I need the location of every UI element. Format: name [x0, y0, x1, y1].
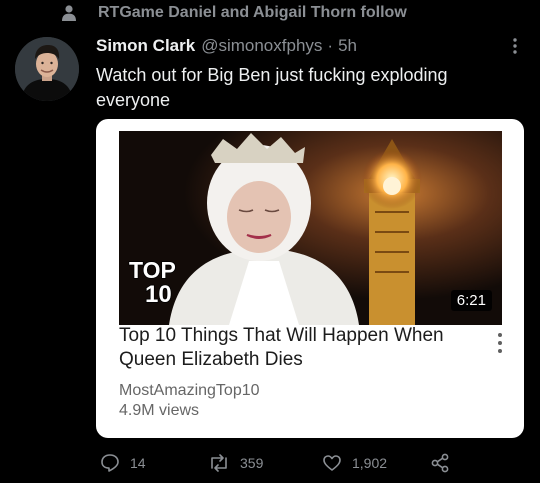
channel-name[interactable]: MostAmazingTop10 [119, 382, 260, 400]
share-button[interactable] [430, 453, 460, 473]
like-button[interactable]: 1,902 [322, 453, 387, 473]
avatar[interactable] [15, 37, 79, 101]
social-context: RTGame Daniel and Abigail Thorn follow [62, 3, 407, 23]
retweet-icon [211, 454, 227, 472]
video-title[interactable]: Top 10 Things That Will Happen When Quee… [119, 324, 469, 372]
share-icon [431, 453, 449, 473]
video-thumbnail[interactable]: TOP 10 6:21 [119, 131, 502, 325]
social-context-text: RTGame Daniel and Abigail Thorn follow [98, 4, 407, 21]
display-name[interactable]: Simon Clark [96, 36, 195, 56]
card-more-icon[interactable] [495, 331, 505, 355]
top10-logo: TOP 10 [128, 257, 176, 305]
youtube-card[interactable]: TOP 10 6:21 Top 10 Things That Will Happ… [96, 119, 524, 438]
svg-text:10: 10 [145, 281, 172, 305]
reply-count: 14 [130, 455, 146, 471]
timestamp[interactable]: 5h [338, 36, 357, 56]
retweet-count: 359 [240, 455, 264, 471]
more-options-icon[interactable] [509, 36, 521, 56]
retweet-button[interactable]: 359 [208, 453, 263, 473]
svg-text:TOP: TOP [129, 257, 176, 283]
tweet-actions: 14 359 1,902 [100, 453, 520, 475]
avatar-image [15, 37, 79, 101]
handle[interactable]: @simonoxfphys [201, 36, 322, 56]
tweet-text: Watch out for Big Ben just fucking explo… [96, 65, 448, 110]
view-count: 4.9M views [119, 402, 200, 419]
reply-button[interactable]: 14 [100, 453, 146, 473]
like-count: 1,902 [352, 455, 388, 471]
separator-dot: · [327, 36, 334, 55]
reply-icon [101, 454, 119, 472]
tweet-header: Simon Clark @simonoxfphys · 5h [96, 36, 357, 56]
video-duration: 6:21 [450, 290, 492, 311]
person-icon [62, 5, 76, 21]
heart-icon [323, 455, 341, 471]
